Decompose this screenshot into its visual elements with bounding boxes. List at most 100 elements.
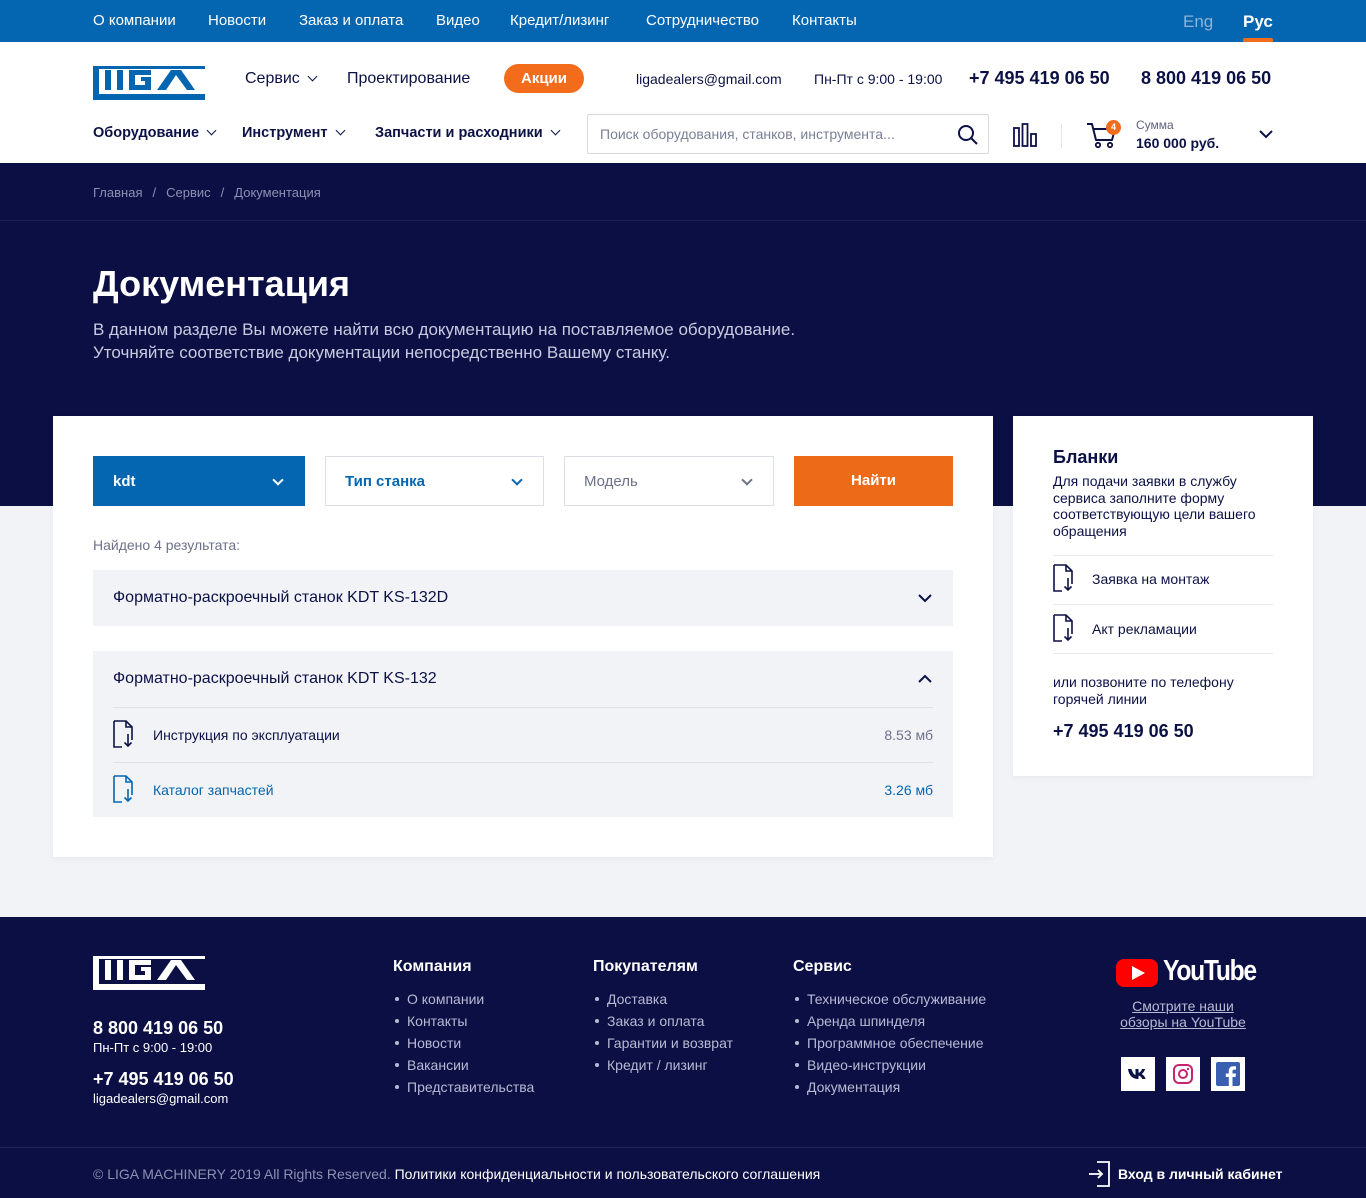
chevron-down-icon (272, 474, 284, 486)
page-title: Документация (93, 263, 350, 304)
chevron-down-icon (206, 125, 217, 136)
vk-button[interactable] (1121, 1057, 1155, 1091)
document-download-icon[interactable] (112, 775, 134, 803)
breadcrumb-separator: / (152, 185, 157, 200)
category-equipment-label: Оборудование (93, 125, 200, 141)
brand-select[interactable]: kdt (93, 456, 305, 506)
footer-link[interactable]: Гарантии и возврат (593, 1032, 733, 1054)
footer-link[interactable]: Заказ и оплата (593, 1010, 733, 1032)
youtube-wordmark[interactable]: YouTube (1163, 955, 1257, 988)
document-link[interactable]: Инструкция по эксплуатации (153, 727, 340, 743)
header-phone-free[interactable]: 8 800 419 06 50 (1141, 68, 1271, 89)
footer-link[interactable]: Видео-инструкции (793, 1054, 986, 1076)
find-button[interactable]: Найти (794, 456, 953, 506)
header-phone-moscow[interactable]: +7 495 419 06 50 (969, 68, 1110, 89)
top-nav-credit[interactable]: Кредит/лизинг (510, 12, 609, 29)
footer-link[interactable]: Аренда шпинделя (793, 1010, 986, 1032)
youtube-icon[interactable] (1116, 957, 1158, 989)
instagram-icon (1173, 1064, 1193, 1084)
footer: 8 800 419 06 50 Пн-Пт с 9:00 - 19:00 +7 … (0, 917, 1366, 1198)
category-tools[interactable]: Инструмент (242, 125, 345, 141)
top-nav-about[interactable]: О компании (93, 12, 176, 29)
chevron-down-icon[interactable] (1258, 126, 1274, 142)
hero-divider (0, 220, 1366, 221)
footer-column-customers: Покупателям Доставка Заказ и оплата Гара… (593, 958, 733, 1076)
sidebar-divider (1053, 653, 1273, 654)
page-description-line: В данном разделе Вы можете найти всю док… (93, 320, 796, 339)
accordion-item: Форматно-раскроечный станок KDT KS-132 И… (93, 651, 953, 817)
category-tools-label: Инструмент (242, 125, 328, 141)
chevron-down-icon[interactable] (917, 590, 933, 606)
model-select-value: Модель (584, 473, 638, 490)
footer-link[interactable]: О компании (393, 988, 534, 1010)
document-download-icon[interactable] (1052, 614, 1074, 642)
chevron-down-icon (741, 474, 753, 486)
youtube-link[interactable]: Смотрите наши обзоры на YouTube (1110, 998, 1256, 1030)
footer-link[interactable]: Новости (393, 1032, 534, 1054)
footer-phone-free[interactable]: 8 800 419 06 50 (93, 1018, 223, 1039)
privacy-policy-link[interactable]: Политики конфиденциальности и пользовате… (395, 1166, 821, 1182)
footer-phone-moscow[interactable]: +7 495 419 06 50 (93, 1069, 234, 1090)
forms-sidebar: Бланки Для подачи заявки в службу сервис… (1013, 416, 1313, 776)
footer-divider (0, 1147, 1366, 1148)
promo-button[interactable]: Акции (504, 64, 584, 93)
footer-hours: Пн-Пт с 9:00 - 19:00 (93, 1040, 213, 1055)
sidebar-divider (1053, 555, 1273, 556)
footer-link[interactable]: Представительства (393, 1076, 534, 1098)
search-box (587, 114, 989, 154)
compare-icon[interactable] (1012, 122, 1038, 148)
top-nav-video[interactable]: Видео (436, 12, 480, 29)
cart-sum-value: 160 000 руб. (1136, 135, 1220, 151)
liga-logo[interactable] (93, 956, 205, 990)
document-download-icon[interactable] (112, 720, 134, 748)
footer-link[interactable]: Кредит / лизинг (593, 1054, 733, 1076)
search-icon[interactable] (956, 123, 980, 147)
instagram-button[interactable] (1166, 1057, 1200, 1091)
footer-email[interactable]: ligadealers@gmail.com (93, 1091, 228, 1106)
footer-link[interactable]: Вакансии (393, 1054, 534, 1076)
facebook-button[interactable] (1211, 1057, 1245, 1091)
category-parts[interactable]: Запчасти и расходники (375, 125, 561, 141)
top-nav-order[interactable]: Заказ и оплата (299, 12, 403, 29)
footer-link[interactable]: Доставка (593, 988, 733, 1010)
liga-logo[interactable] (93, 66, 205, 100)
form-link-claim[interactable]: Акт рекламации (1092, 621, 1197, 637)
footer-link[interactable]: Контакты (393, 1010, 534, 1032)
top-nav-contacts[interactable]: Контакты (792, 12, 857, 29)
breadcrumb-home[interactable]: Главная (93, 185, 142, 200)
machine-type-select[interactable]: Тип станка (325, 456, 544, 506)
chevron-up-icon[interactable] (917, 671, 933, 687)
accordion-title[interactable]: Форматно-раскроечный станок KDT KS-132 (113, 670, 437, 688)
lang-rus-link[interactable]: Рус (1243, 12, 1273, 32)
category-equipment[interactable]: Оборудование (93, 125, 217, 141)
lang-eng-link[interactable]: Eng (1183, 12, 1213, 32)
login-label: Вход в личный кабинет (1118, 1166, 1283, 1182)
document-link[interactable]: Каталог запчастей (153, 782, 274, 798)
results-count: Найдено 4 результата: (93, 537, 241, 553)
document-size: 8.53 мб (884, 727, 933, 743)
sidebar-hotline-phone[interactable]: +7 495 419 06 50 (1053, 721, 1194, 742)
sidebar-title: Бланки (1053, 447, 1119, 467)
header-email[interactable]: ligadealers@gmail.com (636, 71, 782, 87)
footer-column-title: Покупателям (593, 958, 698, 975)
menu-service[interactable]: Сервис (245, 70, 318, 88)
footer-column-title: Компания (393, 958, 472, 975)
footer-link[interactable]: Программное обеспечение (793, 1032, 986, 1054)
top-nav-news[interactable]: Новости (208, 12, 266, 29)
menu-design[interactable]: Проектирование (347, 70, 470, 88)
document-download-icon[interactable] (1052, 564, 1074, 592)
accordion-item[interactable]: Форматно-раскроечный станок KDT KS-132D (93, 570, 953, 626)
breadcrumb-service[interactable]: Сервис (166, 185, 211, 200)
model-select[interactable]: Модель (564, 456, 774, 506)
breadcrumb: Главная / Сервис / Документация (93, 185, 321, 200)
footer-link[interactable]: Техническое обслуживание (793, 988, 986, 1010)
chevron-down-icon (307, 71, 318, 82)
vk-icon (1128, 1069, 1146, 1079)
top-nav-cooperation[interactable]: Сотрудничество (646, 12, 759, 29)
footer-column-company: Компания О компании Контакты Новости Вак… (393, 958, 534, 1098)
brand-select-value: kdt (113, 473, 136, 490)
footer-link[interactable]: Документация (793, 1076, 986, 1098)
form-link-installation[interactable]: Заявка на монтаж (1092, 571, 1209, 587)
search-input[interactable] (588, 115, 948, 153)
copyright-text: © LIGA MACHINERY 2019 All Rights Reserve… (93, 1166, 391, 1182)
